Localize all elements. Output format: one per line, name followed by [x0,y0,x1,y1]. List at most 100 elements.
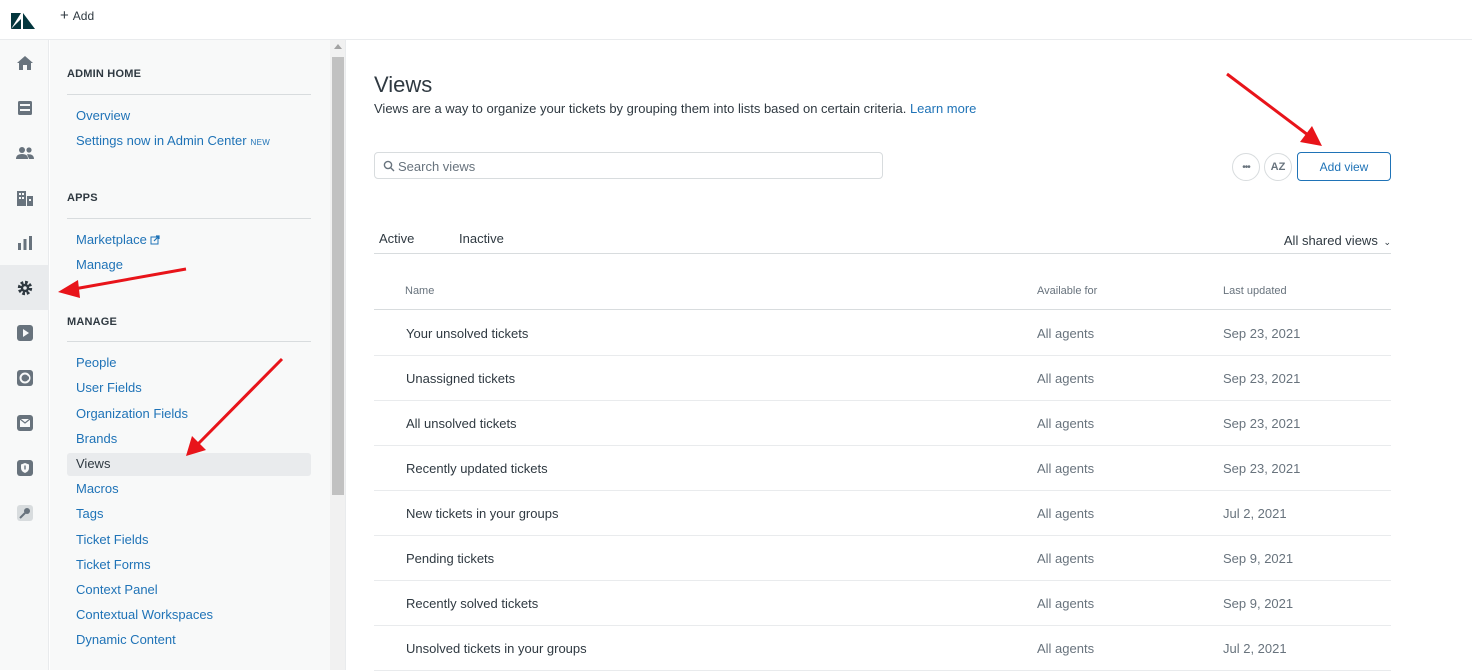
view-name[interactable]: Recently solved tickets [406,596,538,611]
filter-label: All shared views [1283,233,1378,248]
sidebar-link-tags[interactable]: Tags [67,503,311,526]
home-icon [16,55,33,70]
sidebar-link-contextual-workspaces[interactable]: Contextual Workspaces [67,604,311,627]
sidebar-link-views[interactable]: Views [67,453,311,476]
search-input[interactable] [398,157,868,175]
rail-home[interactable] [0,40,49,85]
sidebar-link-organization-fields[interactable]: Organization Fields [67,403,311,426]
rail-tool-app[interactable] [0,490,49,535]
admin-gear-icon [17,280,32,295]
sidebar-link-marketplace[interactable]: Marketplace [67,229,311,252]
view-last-updated: Jul 2, 2021 [1223,506,1287,521]
manage-heading: MANAGE [67,316,118,328]
table-row[interactable]: Unassigned tickets All agents Sep 23, 20… [374,356,1391,401]
sidebar-link-people[interactable]: People [67,352,311,375]
sidebar-link-context-panel[interactable]: Context Panel [67,579,311,602]
reporting-icon [17,235,32,250]
sidebar-link-overview[interactable]: Overview [67,105,311,128]
views-page: Views Views are a way to organize your t… [347,40,1472,671]
view-name[interactable]: New tickets in your groups [406,506,558,521]
sort-alphabetical-button[interactable]: AZ [1264,153,1292,181]
search-icon [383,160,395,172]
add-button-label: Add [72,9,95,23]
rail-organizations[interactable] [0,175,49,220]
sidebar-link-manage-apps[interactable]: Manage [67,254,311,277]
sidebar-link-ticket-forms[interactable]: Ticket Forms [67,554,311,577]
rail-shield-app[interactable] [0,445,49,490]
video-icon [16,324,33,341]
rail-mail-app[interactable] [0,400,49,445]
sidebar-link-dynamic-content[interactable]: Dynamic Content [67,629,311,652]
add-button[interactable]: + Add [60,8,95,23]
scroll-up-arrow-icon[interactable] [334,44,342,49]
page-title: Views [374,72,433,97]
rail-video-app[interactable] [0,310,49,355]
sidebar-scrollbar[interactable] [330,40,346,670]
table-row[interactable]: Your unsolved tickets All agents Sep 23,… [374,311,1391,356]
table-row[interactable]: Unsolved tickets in your groups All agen… [374,626,1391,671]
admin-center-label: Settings now in Admin Center [76,133,247,148]
divider [67,94,311,95]
search-views [374,152,883,179]
tool-app-icon [16,504,33,521]
sidebar-link-user-fields[interactable]: User Fields [67,377,311,400]
rail-users[interactable] [0,130,49,175]
tab-inactive[interactable]: Inactive [459,231,504,246]
view-name[interactable]: Your unsolved tickets [406,326,528,341]
product-nav-rail [0,40,49,670]
scroll-thumb[interactable] [332,57,344,495]
mail-app-icon [16,414,33,431]
add-view-button[interactable]: Add view [1297,152,1391,181]
rail-app[interactable] [0,355,49,400]
view-name[interactable]: Pending tickets [406,551,494,566]
table-row[interactable]: All unsolved tickets All agents Sep 23, … [374,401,1391,446]
shared-views-filter[interactable]: All shared views ⌄ [1284,233,1391,248]
view-name[interactable]: All unsolved tickets [406,416,517,431]
admin-sidebar: ADMIN HOME Overview Settings now in Admi… [50,40,330,670]
rail-tickets[interactable] [0,85,49,130]
rail-admin[interactable] [0,265,49,310]
admin-home-heading: ADMIN HOME [67,68,142,80]
more-options-button[interactable]: ••• [1232,153,1260,181]
view-available-for: All agents [1037,551,1095,566]
table-row[interactable]: Pending tickets All agents Sep 9, 2021 [374,536,1391,581]
table-header: Name Available for Last updated [374,276,1391,310]
table-row[interactable]: Recently solved tickets All agents Sep 9… [374,581,1391,626]
divider [67,341,311,342]
table-row[interactable]: Recently updated tickets All agents Sep … [374,446,1391,491]
view-last-updated: Sep 23, 2021 [1223,326,1301,341]
shield-app-icon [16,459,33,476]
column-available-for[interactable]: Available for [1037,285,1097,297]
sidebar-link-brands[interactable]: Brands [67,428,311,451]
view-available-for: All agents [1037,596,1095,611]
learn-more-link[interactable]: Learn more [910,101,976,116]
view-name[interactable]: Unsolved tickets in your groups [406,641,587,656]
view-available-for: All agents [1037,506,1095,521]
tickets-icon [17,100,32,115]
tab-active[interactable]: Active [379,231,414,248]
column-last-updated[interactable]: Last updated [1223,285,1287,297]
view-name[interactable]: Unassigned tickets [406,371,515,386]
sidebar-link-ticket-fields[interactable]: Ticket Fields [67,529,311,552]
top-bar: + Add [0,0,1472,40]
sidebar-link-macros[interactable]: Macros [67,478,311,501]
column-name[interactable]: Name [405,285,434,297]
apps-heading: APPS [67,192,98,204]
sort-az-icon: AZ [1270,161,1286,173]
view-last-updated: Sep 9, 2021 [1223,596,1294,611]
view-last-updated: Sep 23, 2021 [1223,461,1301,476]
page-description: Views are a way to organize your tickets… [374,101,976,116]
zendesk-logo-icon[interactable] [10,9,36,31]
more-icon: ••• [1242,161,1250,173]
view-available-for: All agents [1037,371,1095,386]
rail-reporting[interactable] [0,220,49,265]
sidebar-link-admin-center[interactable]: Settings now in Admin Center NEW [67,130,311,153]
view-available-for: All agents [1037,461,1095,476]
external-link-icon [150,235,160,245]
view-last-updated: Jul 2, 2021 [1223,641,1287,656]
view-last-updated: Sep 9, 2021 [1223,551,1294,566]
table-row[interactable]: New tickets in your groups All agents Ju… [374,491,1391,536]
view-available-for: All agents [1037,326,1095,341]
chevron-down-icon: ⌄ [1383,237,1391,247]
view-name[interactable]: Recently updated tickets [406,461,548,476]
